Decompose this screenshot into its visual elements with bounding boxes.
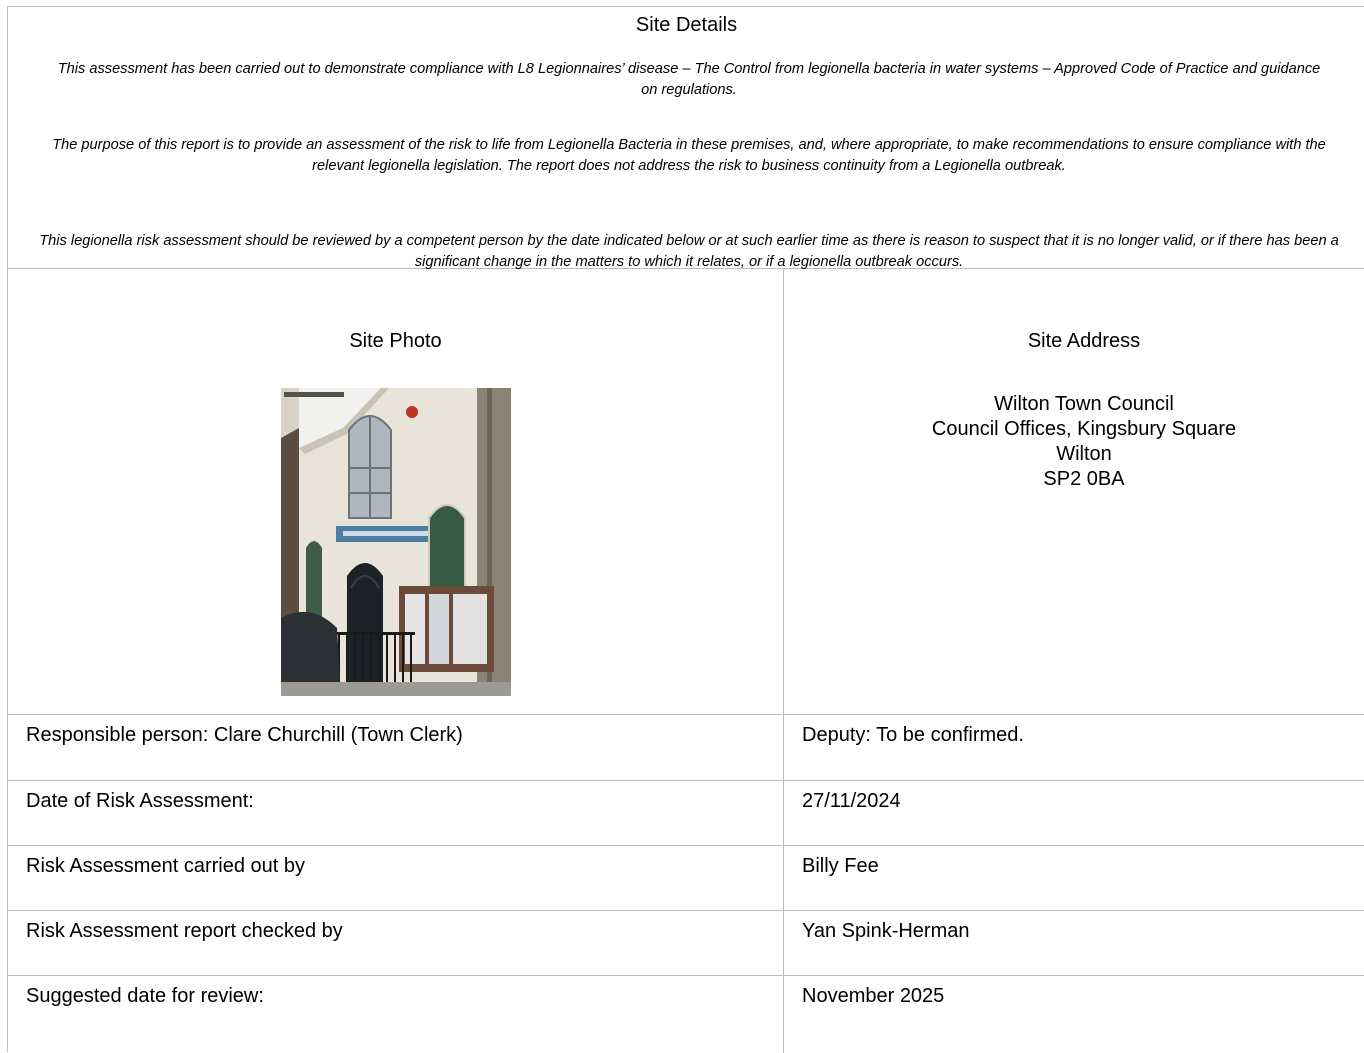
assessment-date-label: Date of Risk Assessment: [26, 790, 254, 812]
assessment-date-value: 27/11/2024 [802, 790, 901, 812]
site-photo-image [281, 388, 511, 696]
site-details-section: Site Details This assessment has been ca… [8, 7, 1364, 270]
address-line-organisation: Wilton Town Council [994, 393, 1174, 415]
checked-by-value: Yan Spink-Herman [802, 920, 970, 942]
address-line-postcode: SP2 0BA [1043, 468, 1125, 490]
detail-label-cell: Risk Assessment carried out by [8, 846, 784, 910]
review-date-label: Suggested date for review: [26, 985, 264, 1007]
detail-value-cell: November 2025 [784, 976, 1364, 1053]
detail-row-responsible-person: Responsible person: Clare Churchill (Tow… [8, 715, 1364, 781]
site-address-block: Wilton Town Council Council Offices, Kin… [784, 392, 1364, 492]
deputy-value: Deputy: To be confirmed. [802, 724, 1024, 746]
site-photo-heading: Site Photo [349, 330, 442, 352]
detail-row-assessment-date: Date of Risk Assessment: 27/11/2024 [8, 781, 1364, 846]
detail-label-cell: Risk Assessment report checked by [8, 911, 784, 975]
address-line-street: Council Offices, Kingsbury Square [931, 418, 1237, 440]
carried-out-by-value: Billy Fee [802, 855, 879, 877]
checked-by-label: Risk Assessment report checked by [26, 920, 343, 942]
carried-out-by-label: Risk Assessment carried out by [26, 855, 305, 877]
detail-row-carried-out-by: Risk Assessment carried out by Billy Fee [8, 846, 1364, 911]
address-line-town: Wilton [1056, 443, 1112, 465]
detail-value-cell: Deputy: To be confirmed. [784, 715, 1364, 780]
site-address-cell: Site Address Wilton Town Council Council… [784, 269, 1364, 714]
purpose-paragraph: The purpose of this report is to provide… [52, 137, 1326, 174]
detail-label-cell: Date of Risk Assessment: [8, 781, 784, 845]
compliance-paragraph: This assessment has been carried out to … [57, 61, 1321, 98]
site-details-table: Site Details This assessment has been ca… [7, 6, 1364, 1053]
detail-row-checked-by: Risk Assessment report checked by Yan Sp… [8, 911, 1364, 976]
detail-value-cell: Yan Spink-Herman [784, 911, 1364, 975]
detail-row-review-date: Suggested date for review: November 2025 [8, 976, 1364, 1053]
detail-value-cell: 27/11/2024 [784, 781, 1364, 845]
site-address-heading: Site Address [1027, 330, 1141, 352]
review-paragraph: This legionella risk assessment should b… [39, 233, 1339, 270]
photo-address-row: Site Photo Site Address Wilton Town Coun… [8, 269, 1364, 715]
detail-value-cell: Billy Fee [784, 846, 1364, 910]
site-photo-cell: Site Photo [8, 269, 784, 714]
site-details-heading: Site Details [635, 14, 738, 36]
responsible-person-label: Responsible person: Clare Churchill (Tow… [26, 724, 463, 746]
review-date-value: November 2025 [802, 985, 945, 1007]
detail-label-cell: Suggested date for review: [8, 976, 784, 1053]
detail-label-cell: Responsible person: Clare Churchill (Tow… [8, 715, 784, 780]
